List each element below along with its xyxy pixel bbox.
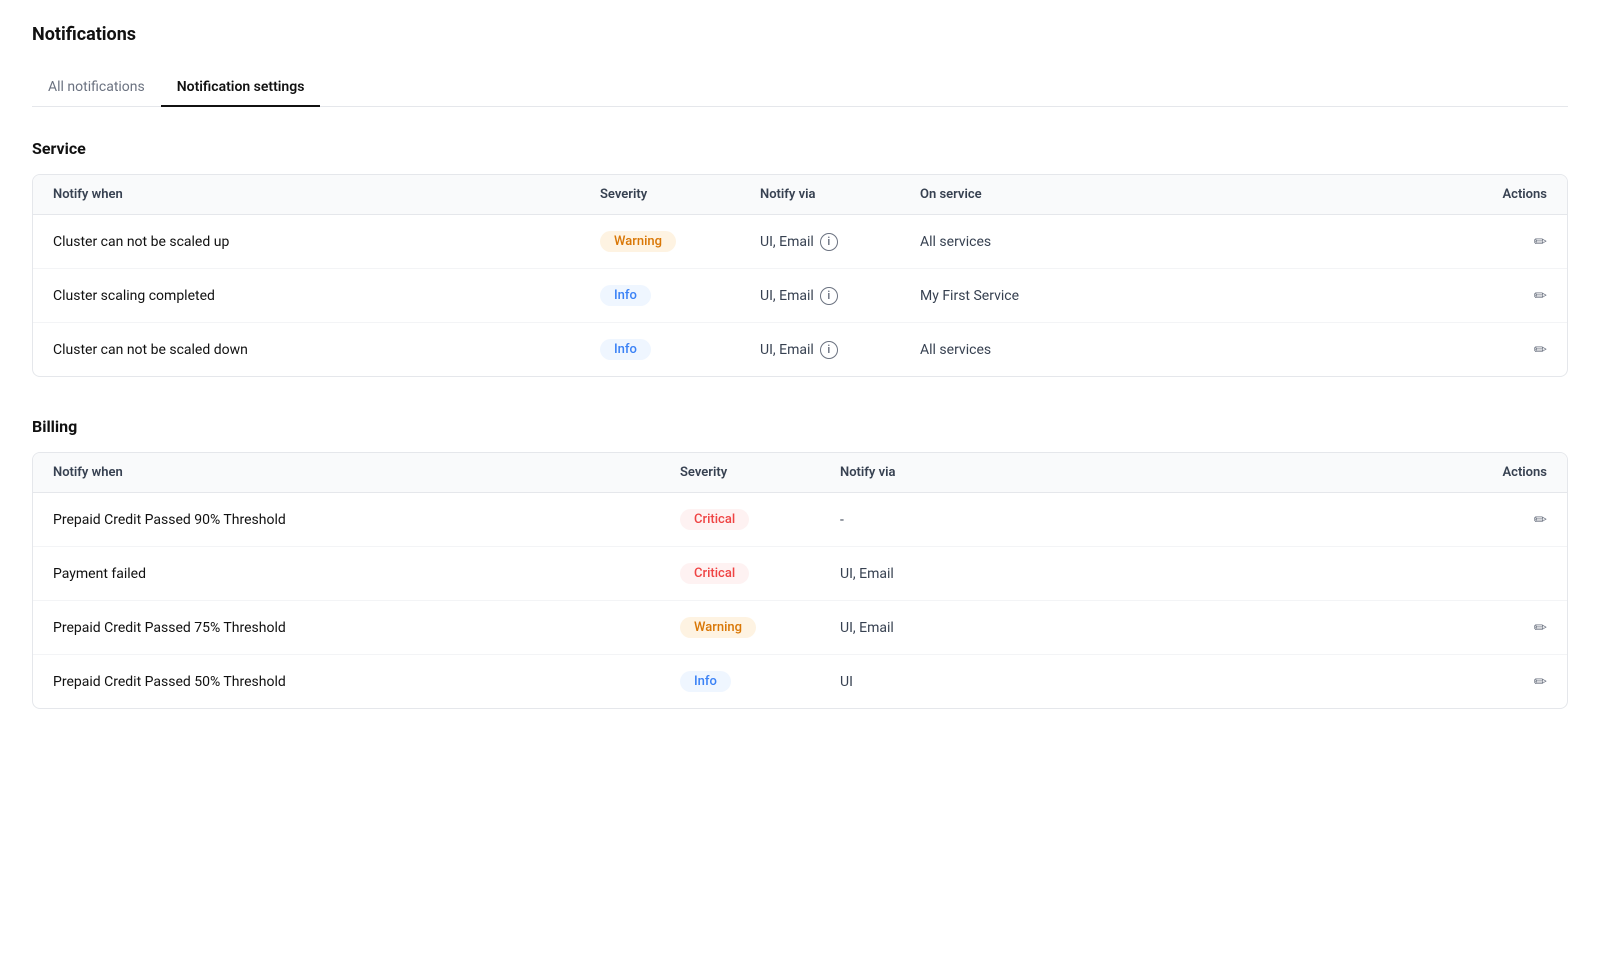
notify-via-cell: UI, Email i (760, 233, 920, 251)
severity-cell: Info (600, 285, 760, 306)
tab-notification-settings[interactable]: Notification settings (161, 69, 321, 107)
severity-badge-info: Info (680, 671, 731, 692)
notify-via-text: UI, Email (840, 566, 894, 582)
actions-cell: ✏ (1467, 618, 1547, 637)
page-title: Notifications (32, 24, 1568, 45)
notify-when-cell: Prepaid Credit Passed 75% Threshold (53, 620, 680, 636)
billing-table-header: Notify when Severity Notify via Actions (33, 453, 1567, 493)
col-actions-billing: Actions (1467, 465, 1547, 480)
col-notify-when-billing: Notify when (53, 465, 680, 480)
notify-via-text: - (840, 512, 844, 528)
edit-icon[interactable]: ✏ (1534, 510, 1547, 529)
service-table: Notify when Severity Notify via On servi… (32, 174, 1568, 377)
tab-all-notifications[interactable]: All notifications (32, 69, 161, 107)
severity-badge-critical: Critical (680, 509, 749, 530)
edit-icon[interactable]: ✏ (1534, 232, 1547, 251)
notify-when-cell: Cluster can not be scaled down (53, 342, 600, 358)
severity-badge-critical: Critical (680, 563, 749, 584)
col-notify-when-service: Notify when (53, 187, 600, 202)
service-table-header: Notify when Severity Notify via On servi… (33, 175, 1567, 215)
notify-via-text: UI, Email (760, 342, 814, 358)
notify-via-text: UI, Email (760, 288, 814, 304)
section-billing: Billing Notify when Severity Notify via … (32, 417, 1568, 709)
notify-via-text: UI, Email (760, 234, 814, 250)
section-service: Service Notify when Severity Notify via … (32, 139, 1568, 377)
col-notify-via-billing: Notify via (840, 465, 1467, 480)
notify-via-cell: - (840, 512, 1467, 528)
edit-icon[interactable]: ✏ (1534, 340, 1547, 359)
severity-cell: Warning (680, 617, 840, 638)
severity-badge-warning: Warning (680, 617, 756, 638)
col-notify-via-service: Notify via (760, 187, 920, 202)
table-row: Cluster can not be scaled down Info UI, … (33, 323, 1567, 376)
col-severity-service: Severity (600, 187, 760, 202)
table-row: Prepaid Credit Passed 50% Threshold Info… (33, 655, 1567, 708)
on-service-cell: My First Service (920, 288, 1467, 304)
edit-icon[interactable]: ✏ (1534, 618, 1547, 637)
edit-icon[interactable]: ✏ (1534, 286, 1547, 305)
section-service-title: Service (32, 139, 1568, 158)
notify-via-text: UI (840, 674, 853, 690)
table-row: Prepaid Credit Passed 75% Threshold Warn… (33, 601, 1567, 655)
notify-via-cell: UI, Email i (760, 287, 920, 305)
severity-cell: Warning (600, 231, 760, 252)
section-billing-title: Billing (32, 417, 1568, 436)
notify-when-cell: Cluster scaling completed (53, 288, 600, 304)
notify-when-cell: Payment failed (53, 566, 680, 582)
actions-cell: ✏ (1467, 510, 1547, 529)
notify-via-cell: UI (840, 674, 1467, 690)
col-on-service: On service (920, 187, 1467, 202)
on-service-cell: All services (920, 342, 1467, 358)
notify-when-cell: Prepaid Credit Passed 50% Threshold (53, 674, 680, 690)
severity-cell: Critical (680, 509, 840, 530)
billing-table: Notify when Severity Notify via Actions … (32, 452, 1568, 709)
notify-via-cell: UI, Email (840, 566, 1467, 582)
edit-icon[interactable]: ✏ (1534, 672, 1547, 691)
actions-cell: ✏ (1467, 340, 1547, 359)
notify-when-cell: Cluster can not be scaled up (53, 234, 600, 250)
severity-badge-info: Info (600, 285, 651, 306)
actions-cell: ✏ (1467, 672, 1547, 691)
notify-via-cell: UI, Email i (760, 341, 920, 359)
col-actions-service: Actions (1467, 187, 1547, 202)
table-row: Payment failed Critical UI, Email (33, 547, 1567, 601)
severity-badge-info: Info (600, 339, 651, 360)
notify-via-text: UI, Email (840, 620, 894, 636)
table-row: Cluster can not be scaled up Warning UI,… (33, 215, 1567, 269)
page-container: Notifications All notifications Notifica… (0, 0, 1600, 773)
table-row: Prepaid Credit Passed 90% Threshold Crit… (33, 493, 1567, 547)
on-service-cell: All services (920, 234, 1467, 250)
severity-badge-warning: Warning (600, 231, 676, 252)
info-icon[interactable]: i (820, 233, 838, 251)
info-icon[interactable]: i (820, 341, 838, 359)
actions-cell: ✏ (1467, 286, 1547, 305)
info-icon[interactable]: i (820, 287, 838, 305)
table-row: Cluster scaling completed Info UI, Email… (33, 269, 1567, 323)
col-severity-billing: Severity (680, 465, 840, 480)
actions-cell: ✏ (1467, 232, 1547, 251)
notify-via-cell: UI, Email (840, 620, 1467, 636)
severity-cell: Critical (680, 563, 840, 584)
tabs: All notifications Notification settings (32, 69, 1568, 107)
severity-cell: Info (600, 339, 760, 360)
notify-when-cell: Prepaid Credit Passed 90% Threshold (53, 512, 680, 528)
severity-cell: Info (680, 671, 840, 692)
